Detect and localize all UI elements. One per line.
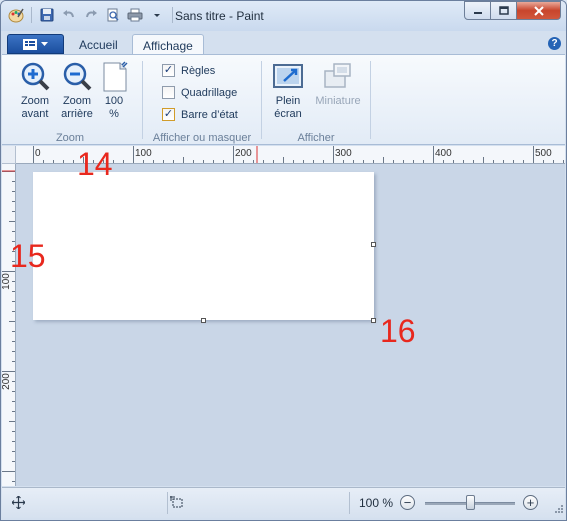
statusbar-checkbox-row[interactable]: ✓ Barre d’état [162, 108, 238, 121]
status-bar: 100 % − + [2, 487, 565, 518]
qat-separator [172, 7, 173, 23]
h-ruler-label-500: 500 [535, 148, 552, 159]
zoom-level-text: 100 % [359, 496, 394, 510]
v-ruler-label-200: 200 [2, 373, 12, 390]
window-controls [464, 1, 561, 20]
v-ruler-label-100: 100 [2, 273, 12, 290]
rulers-checkbox[interactable]: ✓ [162, 64, 175, 77]
h-ruler-label-0: 0 [35, 148, 41, 159]
callout-15: 15 [10, 238, 46, 274]
gridlines-label: Quadrillage [181, 86, 238, 99]
actual-size-label-1: 100 [104, 95, 124, 107]
zoom-out-icon [63, 62, 92, 91]
status-separator [167, 492, 168, 514]
qat-separator [31, 7, 32, 23]
actual-size-label-2: % [109, 108, 119, 120]
title-bar: Sans titre - Paint [1, 1, 566, 31]
display-group-label: Afficher [297, 132, 335, 144]
rulers-label: Règles [181, 64, 216, 77]
resize-handle-corner[interactable] [371, 318, 376, 323]
h-ruler-label-300: 300 [335, 148, 352, 159]
thumbnail-icon [324, 63, 351, 88]
cursor-position-icon [11, 495, 26, 512]
zoom-in-label-2: avant [21, 108, 49, 120]
gridlines-checkbox[interactable] [162, 86, 175, 99]
ribbon-panel: Zoom avant Zoom arrière 100 % Zoom Affic… [2, 54, 565, 145]
save-icon[interactable] [38, 6, 56, 24]
vertical-ruler: 100 200 [2, 164, 16, 486]
zoom-slider-thumb[interactable] [466, 495, 475, 510]
zoom-out-label-2: arrière [61, 108, 93, 120]
paint-menu-button[interactable] [7, 34, 64, 54]
selection-size-icon [170, 496, 184, 512]
zoom-out-status-button[interactable]: − [400, 495, 415, 510]
undo-icon[interactable] [60, 6, 78, 24]
display-group: Plein écran Miniature Afficher [262, 55, 370, 146]
quick-access-toolbar [7, 6, 175, 24]
print-icon[interactable] [126, 6, 144, 24]
actual-size-icon [103, 61, 128, 92]
group-separator [370, 61, 371, 139]
customize-qat-icon[interactable] [148, 6, 166, 24]
tab-home[interactable]: Accueil [69, 34, 128, 55]
ribbon-tab-row: Accueil Affichage ? [1, 31, 566, 55]
paint-window: Sans titre - Paint Accueil Affichage ? Z… [0, 0, 567, 521]
h-ruler-label-100: 100 [135, 148, 152, 159]
window-title: Sans titre - Paint [175, 9, 264, 23]
fullscreen-label-1: Plein [275, 95, 301, 107]
vertical-ruler-ticks [2, 170, 15, 482]
thumbnail-button[interactable]: Miniature [310, 61, 366, 108]
zoom-in-status-button[interactable]: + [523, 495, 538, 510]
statusbar-checkbox[interactable]: ✓ [162, 108, 175, 121]
zoom-out-button[interactable]: Zoom arrière [55, 61, 99, 121]
paint-app-icon[interactable] [7, 6, 25, 24]
resize-handle-bottom[interactable] [201, 318, 206, 323]
fullscreen-label-2: écran [274, 108, 302, 120]
ruler-corner [2, 146, 16, 164]
chevron-down-icon [41, 41, 48, 46]
resize-grip-icon[interactable] [553, 503, 563, 516]
rulers-checkbox-row[interactable]: ✓ Règles [162, 64, 215, 77]
zoom-group: Zoom avant Zoom arrière 100 % Zoom [2, 55, 138, 146]
callout-16: 16 [380, 313, 416, 349]
zoom-in-label-1: Zoom [20, 95, 50, 107]
gridlines-checkbox-row[interactable]: Quadrillage [162, 86, 237, 99]
help-icon[interactable]: ? [548, 37, 561, 50]
zoom-group-label: Zoom [55, 132, 85, 144]
canvas-workspace[interactable] [16, 164, 565, 486]
maximize-button[interactable] [491, 1, 517, 20]
zoom-out-label-1: Zoom [62, 95, 92, 107]
fullscreen-button[interactable]: Plein écran [266, 61, 310, 121]
fullscreen-icon [273, 64, 303, 88]
show-hide-group-label: Afficher ou masquer [152, 132, 252, 144]
menu-icon [23, 38, 37, 50]
h-ruler-label-400: 400 [435, 148, 452, 159]
tab-view[interactable]: Affichage [132, 34, 204, 55]
status-separator [349, 492, 350, 514]
thumbnail-label: Miniature [315, 95, 361, 107]
close-button[interactable] [517, 1, 561, 20]
resize-handle-right[interactable] [371, 242, 376, 247]
h-ruler-label-200: 200 [235, 148, 252, 159]
zoom-in-icon [21, 62, 50, 91]
actual-size-button[interactable]: 100 % [96, 61, 132, 121]
drawing-canvas[interactable] [33, 172, 374, 320]
redo-icon[interactable] [82, 6, 100, 24]
minimize-button[interactable] [464, 1, 491, 20]
zoom-in-button[interactable]: Zoom avant [13, 61, 57, 121]
callout-14: 14 [77, 146, 113, 182]
statusbar-label: Barre d’état [181, 108, 238, 121]
print-preview-icon[interactable] [104, 6, 122, 24]
